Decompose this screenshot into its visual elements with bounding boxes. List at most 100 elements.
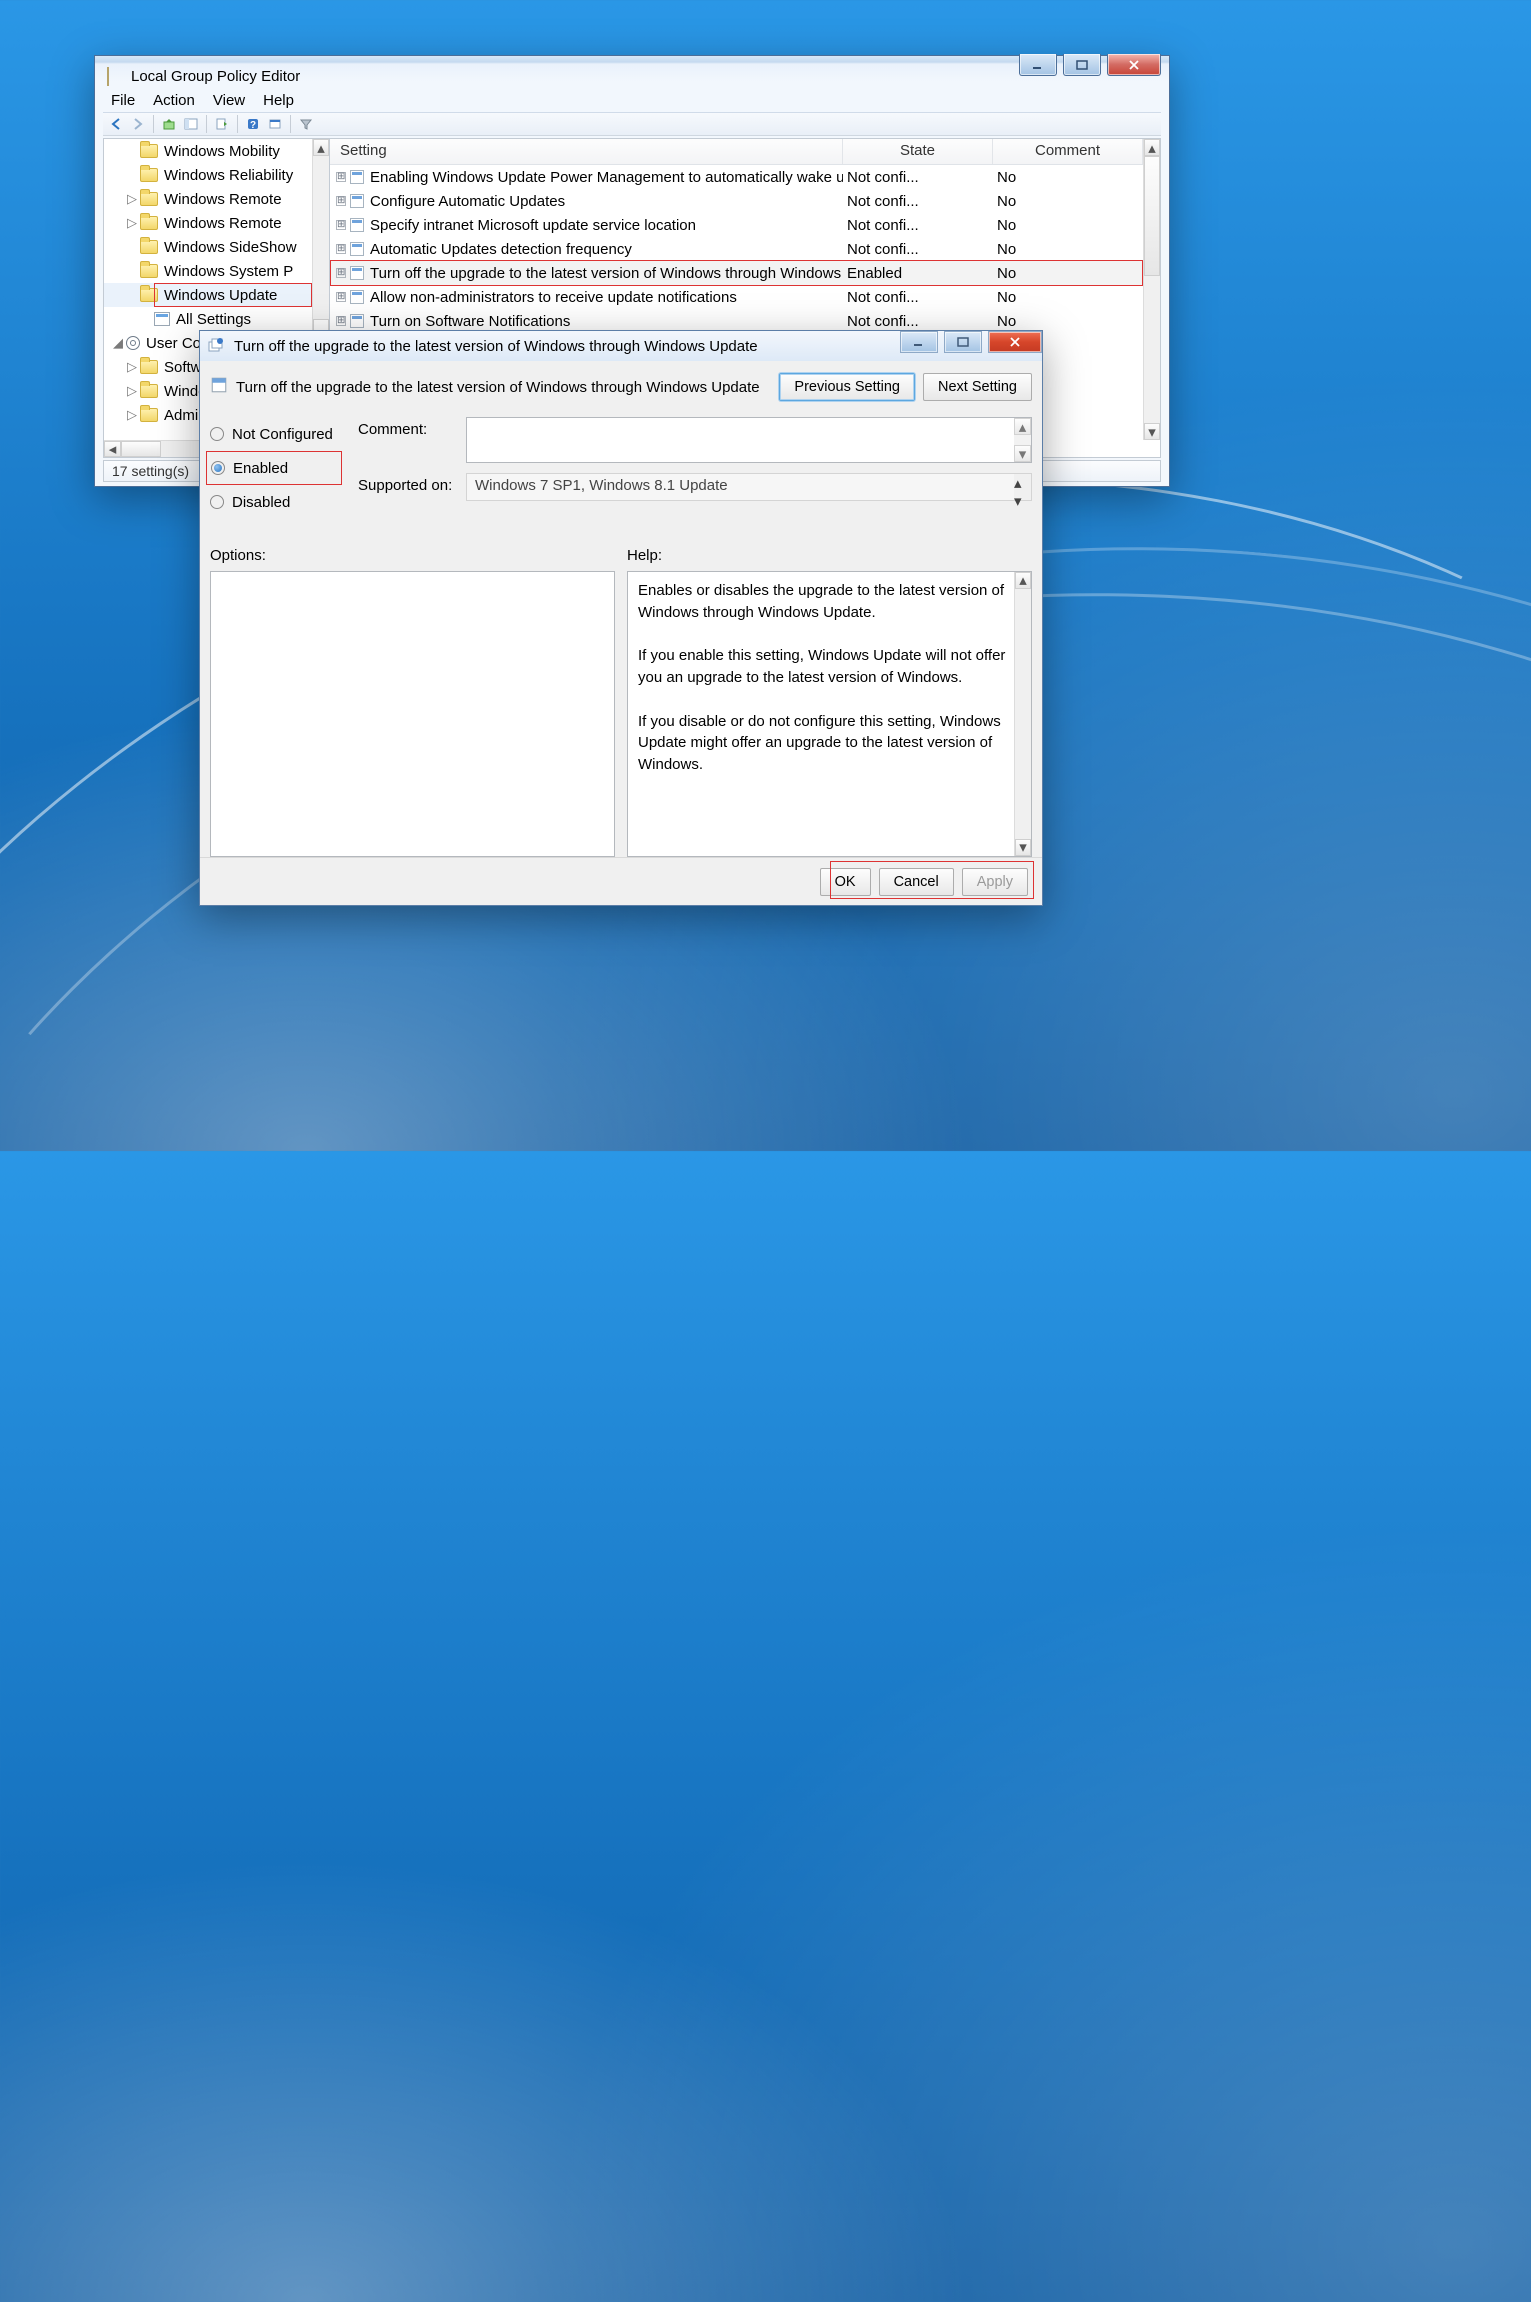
expander-icon[interactable]: ▷ [126,191,138,207]
scrollbar-thumb[interactable] [1144,156,1160,276]
properties-button[interactable] [266,115,284,133]
expand-icon[interactable]: ⊞ [336,196,346,206]
tree-item-label: Windows Mobility [164,143,280,160]
tree-item[interactable]: Windows SideShow [104,235,312,259]
list-row[interactable]: ⊞Turn off the upgrade to the latest vers… [330,261,1143,285]
list-row[interactable]: ⊞ Allow non-administrators to receive upd… [330,285,1143,309]
separator [290,115,291,133]
scroll-down-icon[interactable]: ▾ [1014,445,1031,462]
up-button[interactable] [160,115,178,133]
expand-icon[interactable]: ⊞ [336,316,346,326]
expand-icon[interactable]: ⊞ [336,244,346,254]
ok-button[interactable]: OK [820,868,871,896]
tree-item-label: Windows Remote [164,191,282,208]
expand-icon[interactable]: ⊞ [336,292,346,302]
scroll-left-icon[interactable]: ◂ [104,441,121,457]
tree-item[interactable]: ▷Windows Remote [104,211,312,235]
menu-help[interactable]: Help [263,92,294,109]
dialog-close-button[interactable] [988,331,1042,353]
scroll-up-icon[interactable]: ▴ [1015,572,1031,589]
expander-icon[interactable]: ▷ [126,407,138,423]
tree-item[interactable]: Windows Mobility [104,139,312,163]
scroll-down-icon[interactable]: ▾ [1144,423,1160,440]
list-vertical-scrollbar[interactable]: ▴ ▾ [1143,139,1160,440]
expander-icon[interactable]: ▷ [126,215,138,231]
scroll-down-icon: ▾ [1014,492,1031,510]
export-button[interactable] [213,115,231,133]
column-state[interactable]: State [843,139,993,164]
maximize-button[interactable] [1063,54,1101,76]
tree-item[interactable]: All Settings [104,307,312,331]
scroll-up-icon[interactable]: ▴ [1014,418,1031,435]
radio-disabled[interactable]: Disabled [210,485,350,519]
supported-on-label: Supported on: [358,473,466,501]
comment-input[interactable]: ▴▾ [466,417,1032,463]
expander-icon[interactable]: ▷ [126,383,138,399]
list-row[interactable]: ⊞Enabling Windows Update Power Managemen… [330,165,1143,189]
apply-button[interactable]: Apply [962,868,1028,896]
radio-icon [210,495,224,509]
state-cell: Not confi... [843,313,993,330]
svg-text:?: ? [250,120,256,131]
radio-not-configured[interactable]: Not Configured [210,417,350,451]
tree-item[interactable]: ▷ Windows Remote [104,187,312,211]
radio-icon [211,461,225,475]
next-setting-button[interactable]: Next Setting [923,373,1032,401]
tree-item-label: All Settings [176,311,251,328]
column-setting[interactable]: Setting [330,139,843,164]
toolbar: ? [103,112,1161,136]
show-hide-tree-button[interactable] [182,115,200,133]
menu-file[interactable]: File [111,92,135,109]
close-button[interactable] [1107,54,1161,76]
titlebar[interactable]: Local Group Policy Editor [103,64,1161,88]
expander-icon[interactable]: ▷ [126,359,138,375]
minimize-button[interactable] [1019,54,1057,76]
folder-icon [140,216,158,230]
dialog-titlebar[interactable]: Turn off the upgrade to the latest versi… [200,331,1042,361]
filter-button[interactable] [297,115,315,133]
supported-on-value: Windows 7 SP1, Windows 8.1 Update [475,477,728,494]
list-row[interactable]: ⊞Automatic Updates detection frequencyNo… [330,237,1143,261]
back-button[interactable] [107,115,125,133]
tree-item[interactable]: Windows Reliability [104,163,312,187]
tree-item[interactable]: Windows System P [104,259,312,283]
folder-icon [140,144,158,158]
setting-cell: Configure Automatic Updates [370,193,565,210]
state-cell: Not confi... [843,241,993,258]
forward-button[interactable] [129,115,147,133]
comment-cell: No [993,217,1143,234]
expand-icon[interactable]: ⊞ [336,172,346,182]
scroll-up-icon[interactable]: ▴ [1144,139,1160,156]
separator [237,115,238,133]
tree-item-label: Windows Reliability [164,167,293,184]
dialog-footer: OK Cancel Apply [200,857,1042,905]
list-row[interactable]: ⊞Specify intranet Microsoft update servi… [330,213,1143,237]
expand-icon[interactable]: ⊞ [336,220,346,230]
help-scrollbar[interactable]: ▴ ▾ [1014,572,1031,856]
scroll-down-icon[interactable]: ▾ [1015,839,1031,856]
policy-icon [350,266,364,280]
help-button[interactable]: ? [244,115,262,133]
radio-enabled[interactable]: Enabled [206,451,342,485]
expand-icon[interactable]: ⊞ [336,268,346,278]
scroll-up-icon[interactable]: ▴ [313,139,329,156]
setting-cell: Allow non-administrators to receive upda… [370,289,737,306]
scrollbar-thumb[interactable] [121,441,161,457]
menu-view[interactable]: View [213,92,245,109]
comment-scrollbar[interactable]: ▴▾ [1014,418,1031,462]
dialog-minimize-button[interactable] [900,331,938,353]
menu-action[interactable]: Action [153,92,195,109]
policy-icon [350,170,364,184]
expander-icon[interactable]: ◢ [112,335,124,351]
dialog-title: Turn off the upgrade to the latest versi… [234,338,758,355]
dialog-maximize-button[interactable] [944,331,982,353]
policy-icon [350,194,364,208]
column-comment[interactable]: Comment [993,139,1143,164]
supported-on-field: Windows 7 SP1, Windows 8.1 Update ▴▾ [466,473,1032,501]
supported-scrollbar: ▴▾ [1014,474,1031,500]
list-row[interactable]: ⊞Configure Automatic UpdatesNot confi...… [330,189,1143,213]
previous-setting-button[interactable]: Previous Setting [779,373,915,401]
tree-item[interactable]: Windows Update [104,283,312,307]
folder-icon [140,240,158,254]
cancel-button[interactable]: Cancel [879,868,954,896]
